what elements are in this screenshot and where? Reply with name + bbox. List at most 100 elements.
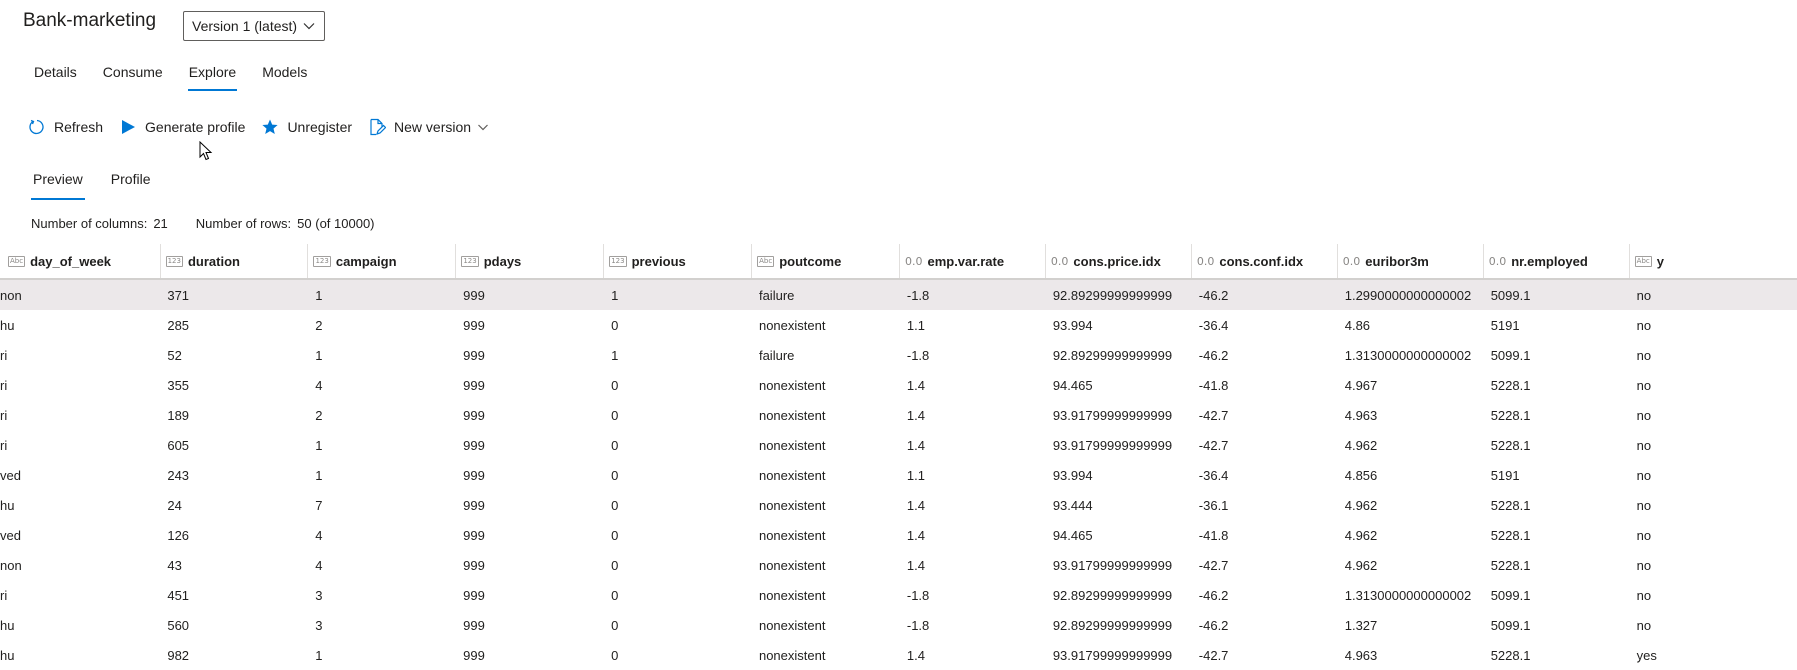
table-cell: 4	[315, 377, 323, 393]
table-row[interactable]: ved 126 4 999 0 nonexistent 1.4 94.465 -41.8 4.96…	[0, 520, 1797, 550]
table-cell: no	[1636, 557, 1652, 573]
table-row[interactable]: ri 451 3 999 0 nonexistent -1.8 92.892999999999…	[0, 580, 1797, 610]
table-cell: 999	[463, 437, 485, 453]
table-cell: -36.4	[1198, 467, 1229, 483]
table-row[interactable]: ri 189 2 999 0 nonexistent 1.4 93.9179999999999…	[0, 400, 1797, 430]
table-cell: 982	[167, 647, 190, 663]
tab-profile[interactable]: Profile	[111, 171, 151, 200]
table-cell: 451	[167, 587, 190, 603]
table-cell: 0	[611, 377, 619, 393]
table-cell: 94.465	[1052, 377, 1093, 393]
table-cell: no	[1636, 527, 1652, 543]
column-header[interactable]: Abc y	[1630, 244, 1797, 278]
table-cell: no	[1636, 317, 1652, 333]
tab-details[interactable]: Details	[34, 64, 77, 91]
column-header-label: day_of_week	[30, 253, 112, 269]
refresh-label: Refresh	[54, 119, 104, 135]
table-cell: 1.4	[906, 647, 925, 663]
table-cell: failure	[758, 287, 795, 303]
table-cell: 1.1	[906, 467, 925, 483]
version-dropdown[interactable]: Version 1 (latest)	[183, 11, 325, 41]
table-cell: ri	[0, 587, 8, 603]
dataset-stats: Number of columns: 21 Number of rows: 50…	[31, 216, 403, 231]
table-cell: 1.4	[906, 527, 925, 543]
table-cell: -42.7	[1198, 437, 1229, 453]
table-cell: 5228.1	[1490, 377, 1531, 393]
table-cell: 1.4	[906, 557, 925, 573]
table-cell: 999	[463, 557, 485, 573]
table-cell: 355	[167, 377, 190, 393]
table-cell: 4.86	[1344, 317, 1371, 333]
table-cell: 0	[611, 407, 619, 423]
chevron-down-icon	[478, 124, 488, 131]
tab-models[interactable]: Models	[262, 64, 307, 91]
chevron-down-icon	[302, 19, 316, 36]
generate-profile-button[interactable]: Generate profile	[119, 117, 245, 137]
table-cell: 0	[611, 617, 619, 633]
column-header[interactable]: 0.0 emp.var.rate	[900, 244, 1046, 278]
table-row[interactable]: hu 982 1 999 0 nonexistent 1.4 93.9179999999999…	[0, 640, 1797, 670]
column-header[interactable]: 0.0 cons.conf.idx	[1192, 244, 1338, 278]
tab-explore[interactable]: Explore	[187, 64, 238, 91]
edit-document-icon	[370, 118, 387, 136]
table-cell: 4.962	[1344, 497, 1378, 513]
column-header[interactable]: 0.0 euribor3m	[1338, 244, 1484, 278]
table-cell: hu	[0, 317, 15, 333]
table-row[interactable]: ri 52 1 999 1 failure -1.8 92.89299999999999 -46…	[0, 340, 1797, 370]
column-header[interactable]: 0.0 nr.employed	[1484, 244, 1630, 278]
table-cell: 999	[463, 647, 485, 663]
tab-consume[interactable]: Consume	[103, 64, 163, 91]
table-row[interactable]: hu 24 7 999 0 nonexistent 1.4 93.444 -36.1 4.962 5…	[0, 490, 1797, 520]
column-header-label: cons.price.idx	[1073, 253, 1161, 269]
table-cell: hu	[0, 617, 15, 633]
table-cell: nonexistent	[758, 527, 826, 543]
data-preview-table: Abc day_of_week 123 duration 123 campaign 123 p…	[0, 244, 1797, 670]
column-header-label: euribor3m	[1365, 253, 1429, 269]
table-cell: -41.8	[1198, 377, 1229, 393]
refresh-button[interactable]: Refresh	[28, 117, 103, 137]
table-row[interactable]: hu 560 3 999 0 nonexistent -1.8 92.892999999999…	[0, 610, 1797, 640]
play-icon	[122, 120, 136, 134]
table-cell: 93.91799999999999	[1052, 407, 1173, 423]
table-cell: 243	[167, 467, 190, 483]
table-row[interactable]: ved 243 1 999 0 nonexistent 1.1 93.994 -36.4 4.85…	[0, 460, 1797, 490]
tab-preview[interactable]: Preview	[31, 171, 85, 200]
column-header[interactable]: Abc poutcome	[752, 244, 900, 278]
table-cell: -46.2	[1198, 587, 1229, 603]
table-row[interactable]: non 43 4 999 0 nonexistent 1.4 93.9179999999999…	[0, 550, 1797, 580]
column-header[interactable]: Abc day_of_week	[0, 244, 161, 278]
table-cell: 3	[315, 617, 323, 633]
table-cell: 999	[463, 497, 485, 513]
table-row[interactable]: ri 605 1 999 0 nonexistent 1.4 93.9179999999999…	[0, 430, 1797, 460]
table-cell: no	[1636, 497, 1652, 513]
columns-count-value: 21	[153, 216, 168, 231]
table-cell: 7	[315, 497, 323, 513]
table-body: non 371 1 999 1 failure -1.8 92.89299999999999-…	[0, 280, 1797, 670]
column-header[interactable]: 123 campaign	[308, 244, 457, 278]
column-header[interactable]: 123 pdays	[456, 244, 605, 278]
table-cell: nonexistent	[758, 617, 826, 633]
column-header[interactable]: 0.0 cons.price.idx	[1046, 244, 1192, 278]
table-cell: 285	[167, 317, 190, 333]
table-cell: 1	[315, 437, 323, 453]
unregister-button[interactable]: Unregister	[261, 117, 352, 137]
table-cell: 1.2990000000000002	[1344, 287, 1472, 303]
table-cell: 1	[315, 287, 323, 303]
table-cell: 1.4	[906, 437, 925, 453]
table-cell: 999	[463, 317, 485, 333]
table-cell: 1	[611, 347, 619, 363]
column-header[interactable]: 123 previous	[604, 244, 753, 278]
table-cell: -36.1	[1198, 497, 1229, 513]
rows-count-value: 50 (of 10000)	[297, 216, 375, 231]
column-header[interactable]: 123 duration	[161, 244, 309, 278]
column-type-icon: 123	[461, 255, 479, 267]
table-row[interactable]: hu 285 2 999 0 nonexistent 1.1 93.994 -36.4 4.86 5…	[0, 310, 1797, 340]
column-type-icon: 123	[313, 255, 331, 267]
table-cell: 4.962	[1344, 527, 1378, 543]
new-version-button[interactable]: New version	[368, 117, 489, 137]
version-dropdown-value: Version 1 (latest)	[192, 18, 298, 34]
table-row[interactable]: non 371 1 999 1 failure -1.8 92.89299999999999 -…	[0, 280, 1797, 310]
table-row[interactable]: ri 355 4 999 0 nonexistent 1.4 94.465 -41.8 4.967…	[0, 370, 1797, 400]
table-cell: 999	[463, 527, 485, 543]
table-cell: 92.89299999999999	[1052, 617, 1173, 633]
